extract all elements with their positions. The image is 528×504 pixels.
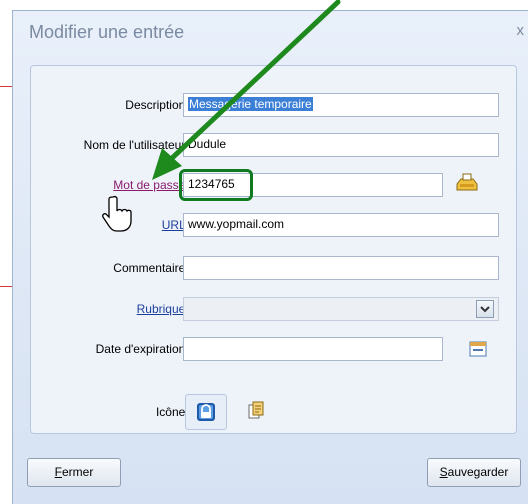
- annotation-arrow-icon: [152, 0, 341, 180]
